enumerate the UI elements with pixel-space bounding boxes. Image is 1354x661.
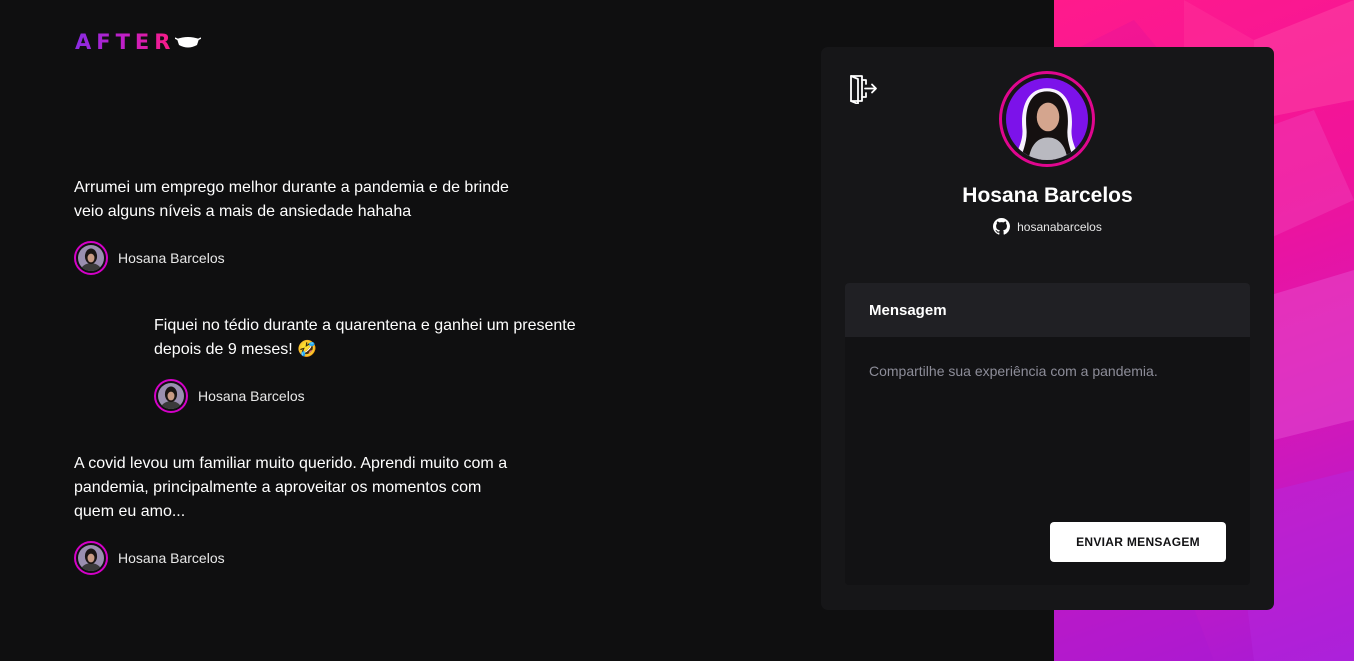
post-text-line: Fiquei no tédio durante a quarentena e g… [154,317,576,334]
post-item: A covid levou um familiar muito querido.… [74,452,507,575]
post-author: Hosana Barcelos [74,241,509,275]
message-form-title: Mensagem [845,283,1250,337]
post-text: Fiquei no tédio durante a quarentena e g… [154,314,576,362]
author-name: Hosana Barcelos [198,388,305,404]
post-text: Arrumei um emprego melhor durante a pand… [74,176,509,224]
post-text-line: Arrumei um emprego melhor durante a pand… [74,179,509,196]
logo-text: AFTER [75,30,176,54]
sign-out-icon[interactable] [848,74,878,104]
post-text-line: depois de 9 meses! 🤣 [154,341,318,358]
post-item: Arrumei um emprego melhor durante a pand… [74,176,509,275]
profile-card: Hosana Barcelos hosanabarcelos Mensagem … [821,47,1274,610]
post-text-line: veio alguns níveis a mais de ansiedade h… [74,203,412,220]
send-message-button[interactable]: ENVIAR MENSAGEM [1050,522,1226,562]
profile-name: Hosana Barcelos [962,184,1133,207]
post-text-line: pandemia, principalmente a aproveitar os… [74,479,482,496]
message-form: Mensagem ENVIAR MENSAGEM [845,283,1250,585]
message-textarea[interactable] [845,337,1250,507]
post-text: A covid levou um familiar muito querido.… [74,452,507,524]
author-name: Hosana Barcelos [118,250,225,266]
github-link[interactable]: hosanabarcelos [821,218,1274,235]
post-text-line: A covid levou um familiar muito querido.… [74,455,508,472]
face-mask-icon [175,37,202,48]
avatar [74,541,108,575]
post-author: Hosana Barcelos [154,379,576,413]
post-author: Hosana Barcelos [74,541,507,575]
post-text-line: quem eu amo... [74,503,186,520]
author-name: Hosana Barcelos [118,550,225,566]
post-item: Fiquei no tédio durante a quarentena e g… [154,314,576,413]
app-logo[interactable]: AFTER [75,30,202,54]
avatar [154,379,188,413]
github-handle: hosanabarcelos [1017,219,1102,234]
github-icon [993,218,1011,235]
profile-avatar [999,71,1095,167]
avatar [74,241,108,275]
